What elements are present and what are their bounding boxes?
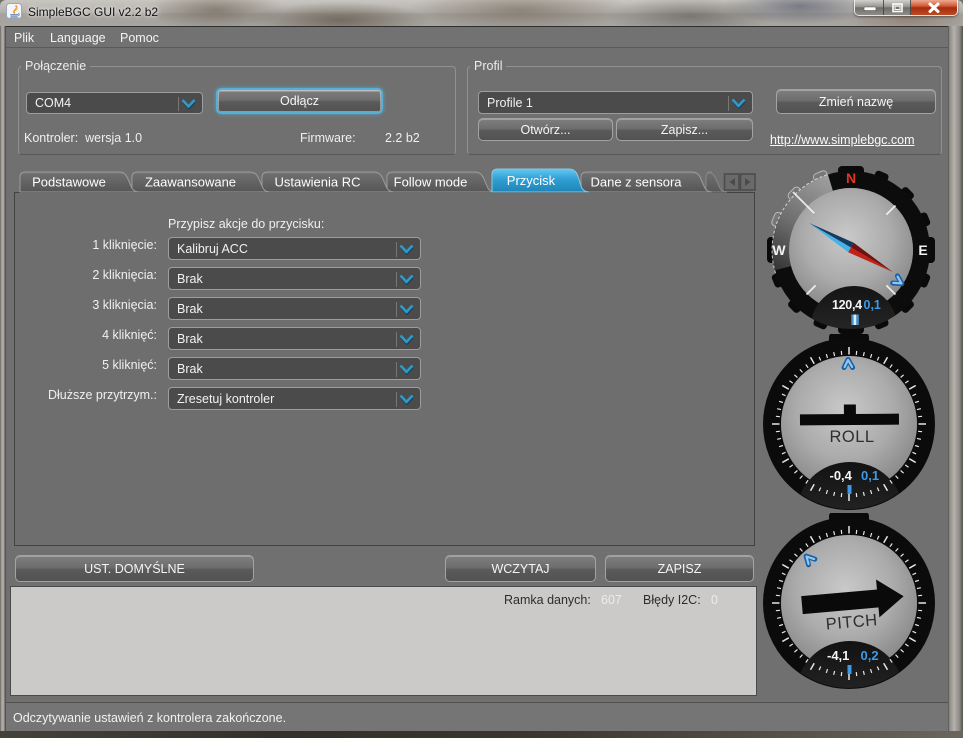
svg-text:0,2: 0,2 (861, 648, 879, 663)
svg-text:N: N (846, 170, 856, 186)
svg-text:-0,4: -0,4 (830, 468, 853, 483)
svg-text:Follow mode: Follow mode (394, 175, 468, 190)
svg-text:Przycisk: Przycisk (507, 173, 556, 188)
svg-text:0,1: 0,1 (861, 468, 879, 483)
svg-text:0,1: 0,1 (864, 298, 881, 312)
svg-text:Zaawansowane: Zaawansowane (145, 175, 236, 190)
svg-text:Dane z sensora: Dane z sensora (590, 175, 682, 190)
svg-text:E: E (918, 242, 927, 258)
svg-text:-4,1: -4,1 (827, 648, 849, 663)
svg-text:W: W (772, 242, 786, 258)
svg-text:Podstawowe: Podstawowe (32, 175, 106, 190)
svg-text:ROLL: ROLL (829, 428, 874, 446)
svg-text:Ustawienia RC: Ustawienia RC (275, 175, 361, 190)
svg-text:120,4: 120,4 (832, 298, 862, 312)
